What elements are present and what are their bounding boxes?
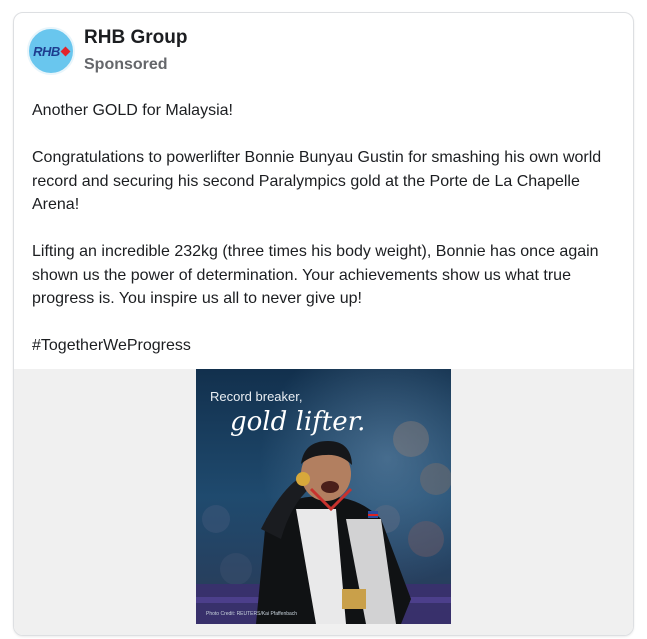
image-headline-line2: gold lifter. — [230, 407, 366, 437]
rhb-logo-icon: RHB — [33, 43, 71, 59]
image-headline-line1: Record breaker, — [210, 389, 303, 404]
post-card: RHB RHB Group Sponsored Another GOLD for… — [13, 12, 634, 636]
avatar-text: RHB — [33, 43, 60, 59]
avatar[interactable]: RHB — [27, 27, 75, 75]
page-name[interactable]: RHB Group — [84, 27, 187, 49]
post-media[interactable]: Record breaker, gold lifter. Photo Credi… — [14, 369, 633, 635]
photo-credit: Photo Credit: REUTERS/Kai Pfaffenbach — [206, 611, 298, 617]
hashtag-link[interactable]: #TogetherWeProgress — [32, 334, 622, 358]
post-image[interactable]: Record breaker, gold lifter. Photo Credi… — [196, 369, 451, 624]
post-paragraph: Congratulations to powerlifter Bonnie Bu… — [32, 149, 602, 213]
post-header: RHB RHB Group Sponsored — [14, 13, 633, 93]
sponsored-label[interactable]: Sponsored — [84, 56, 168, 74]
post-paragraph: Lifting an incredible 232kg (three times… — [32, 243, 599, 307]
post-text: Another GOLD for Malaysia! Congratulatio… — [32, 99, 622, 381]
post-paragraph: Another GOLD for Malaysia! — [32, 102, 233, 119]
logo-diamond-icon — [60, 46, 71, 56]
